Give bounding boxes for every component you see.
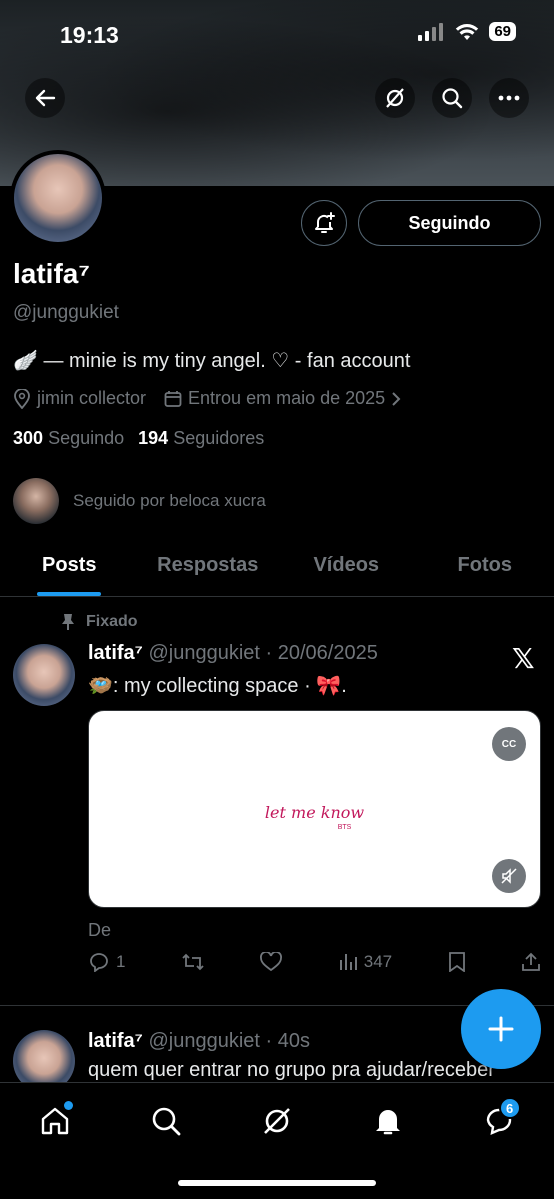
followers-count: 194: [138, 428, 169, 448]
profile-meta: jimin collector Entrou em maio de 2025: [13, 388, 401, 409]
nav-grok[interactable]: [253, 1097, 301, 1145]
followed-by-text: Seguido por beloca xucra: [73, 491, 266, 510]
more-icon: [498, 95, 520, 101]
x-logo-icon: 𝕏: [512, 643, 535, 674]
signal-icon: [418, 22, 444, 41]
mute-button[interactable]: [492, 859, 526, 893]
back-arrow-icon: [35, 89, 56, 107]
followed-by[interactable]: Seguido por beloca xucra: [13, 478, 266, 524]
notify-button[interactable]: [301, 200, 347, 246]
post-author[interactable]: latifa⁷: [88, 1030, 143, 1052]
grok-button[interactable]: [375, 78, 415, 118]
post-actions: 1 347: [88, 952, 541, 972]
battery-level: 69: [489, 22, 516, 41]
post-handle-date: @junggukiet · 40s: [148, 1030, 311, 1052]
calendar-icon: [164, 390, 182, 407]
post-handle-date: @junggukiet · 20/06/2025: [148, 642, 378, 664]
repost-button[interactable]: [181, 952, 205, 972]
profile-avatar[interactable]: [10, 150, 106, 246]
bookmark-button[interactable]: [448, 952, 466, 972]
followers-link[interactable]: 194 Seguidores: [138, 428, 264, 449]
nav-messages[interactable]: 6: [475, 1097, 523, 1145]
profile-bio: 🪽 — minie is my tiny angel. ♡ - fan acco…: [13, 350, 411, 372]
tab-videos[interactable]: Vídeos: [277, 540, 416, 596]
post-header: latifa⁷ @junggukiet · 40s: [88, 1030, 310, 1053]
grok-icon: [386, 88, 404, 108]
joined-text: Entrou em maio de 2025: [188, 388, 386, 408]
tab-replies[interactable]: Respostas: [139, 540, 278, 596]
status-time: 19:13: [60, 22, 119, 48]
post-avatar[interactable]: [13, 644, 75, 706]
media-title: let me know: [264, 803, 365, 822]
views-count: 347: [363, 952, 393, 971]
pinned-indicator: Fixado: [60, 613, 138, 631]
location-item: jimin collector: [13, 388, 146, 409]
post-author[interactable]: latifa⁷: [88, 642, 143, 664]
like-button[interactable]: [260, 952, 283, 972]
search-button[interactable]: [432, 78, 472, 118]
chevron-right-icon: [392, 391, 401, 406]
bell-icon: [375, 1110, 400, 1135]
following-label: Seguindo: [48, 428, 125, 448]
nav-home[interactable]: [31, 1097, 79, 1145]
grok-icon: [264, 1108, 290, 1134]
views-button[interactable]: 347: [338, 952, 392, 972]
tab-photos[interactable]: Fotos: [416, 540, 554, 596]
follow-counts: 300 Seguindo 194 Seguidores: [13, 428, 264, 449]
captions-button[interactable]: CC: [492, 727, 526, 761]
search-icon: [152, 1107, 181, 1136]
location-pin-icon: [14, 388, 30, 409]
post-caption: De: [88, 920, 112, 940]
tab-posts[interactable]: Posts: [0, 540, 139, 596]
heart-icon: [260, 952, 283, 972]
home-notification-dot: [64, 1101, 74, 1110]
nav-search[interactable]: [142, 1097, 190, 1145]
compose-button[interactable]: [461, 989, 541, 1069]
joined-item[interactable]: Entrou em maio de 2025: [164, 388, 401, 409]
more-button[interactable]: [489, 78, 529, 118]
post-text: quem quer entrar no grupo pra ajudar/rec…: [88, 1059, 495, 1081]
profile-tabs: Posts Respostas Vídeos Fotos: [0, 540, 554, 597]
messages-badge: 6: [498, 1097, 521, 1119]
repost-icon: [182, 953, 204, 971]
mute-icon: [501, 868, 517, 884]
reply-count: 1: [116, 952, 126, 971]
share-icon: [522, 952, 540, 971]
search-icon: [442, 88, 463, 109]
following-count: 300: [13, 428, 44, 448]
pinned-label: Fixado: [86, 613, 138, 630]
reply-icon: [90, 953, 108, 972]
post-text: 🪺: my collecting space · 🎀.: [88, 675, 347, 697]
reply-button[interactable]: 1: [88, 952, 125, 972]
follower-avatar: [13, 478, 59, 524]
location-text: jimin collector: [37, 388, 147, 408]
profile-handle: @junggukiet: [13, 302, 119, 323]
plus-icon: [488, 1016, 514, 1042]
home-indicator: [178, 1180, 376, 1186]
following-button[interactable]: Seguindo: [358, 200, 541, 246]
nav-notifications[interactable]: [364, 1097, 412, 1145]
nav-icons: 6: [0, 1097, 554, 1145]
followers-label: Seguidores: [173, 428, 265, 448]
share-button[interactable]: [521, 952, 541, 972]
post-media[interactable]: CC let me know BTS: [88, 710, 541, 908]
media-subtitle: BTS: [337, 824, 352, 831]
profile-name: latifa⁷: [13, 258, 90, 289]
views-icon: [339, 954, 357, 970]
bookmark-icon: [448, 952, 465, 972]
wifi-icon: [456, 23, 479, 40]
bottom-nav: 6: [0, 1082, 554, 1199]
following-link[interactable]: 300 Seguindo: [13, 428, 124, 449]
status-icons: 69: [417, 22, 516, 41]
pin-icon: [62, 614, 74, 630]
back-button[interactable]: [25, 78, 65, 118]
post-header: latifa⁷ @junggukiet · 20/06/2025: [88, 642, 378, 665]
bell-plus-icon: [315, 212, 335, 233]
